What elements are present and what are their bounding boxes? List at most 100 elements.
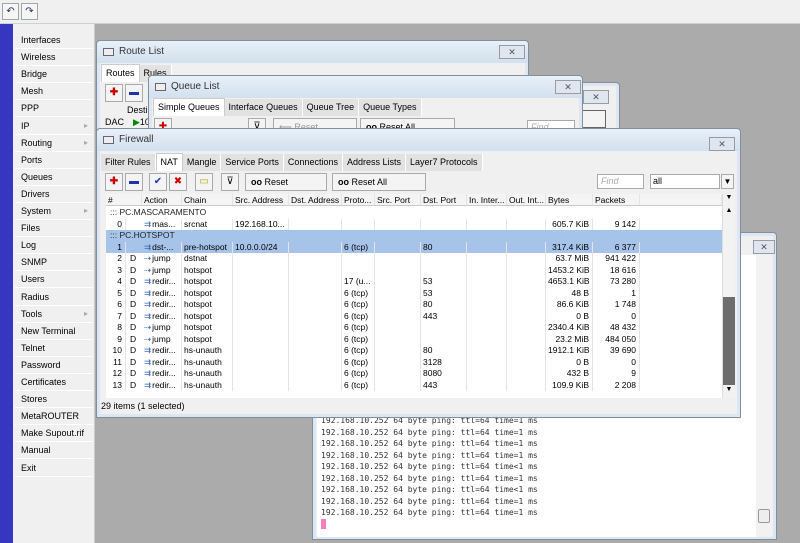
sidebar-item[interactable]: Files [15,220,93,238]
tab-simple-queues[interactable]: Simple Queues [153,98,225,116]
cell-empty [289,299,342,311]
close-icon[interactable]: ✕ [499,45,525,59]
comment-icon[interactable]: ▭ [195,173,213,191]
scroll-up-icon[interactable]: ▲ [723,207,735,217]
redo-button[interactable]: ↷ [21,3,38,20]
cell-dport: 3128 [421,356,467,368]
terminal-scrollbar[interactable] [756,255,772,537]
sidebar-item[interactable]: Routing ▸ [15,135,93,152]
sidebar-item[interactable]: Log [15,237,93,255]
table-row[interactable]: 0 ⇉mas... srcnat 192.168.10... 605.7 KiB 9 14… [106,218,722,230]
column-header[interactable]: Proto... [342,194,375,205]
sidebar-item[interactable]: SNMP [15,254,93,272]
tab-address-lists[interactable]: Address Lists [342,154,406,171]
filter-select[interactable]: all [650,174,720,189]
table-row[interactable]: 11 D ⇉redir... hs-unauth 6 (tcp) 3128 0 B0 [106,356,722,368]
sidebar-item[interactable]: Ports [15,152,93,169]
tab-routes[interactable]: Routes [101,64,140,82]
remove-icon[interactable]: ▬ [125,173,143,191]
table-scrollbar[interactable]: ▼ ▲ ▼ [722,194,735,398]
table-row[interactable]: 12 D ⇉redir... hs-unauth 6 (tcp) 8080 432 B9 [106,368,722,380]
comment-row[interactable]: ::: PC.HOTSPOT [106,230,722,242]
sidebar-item[interactable]: Drivers [15,186,93,203]
scroll-down-icon[interactable]: ▼ [723,386,735,396]
cell-packets: 18 616 [593,264,640,276]
table-row[interactable]: 9 D ⇢jump hotspot 6 (tcp) 23.2 MiB 484 050 [106,333,722,345]
table-row[interactable]: 4 D ⇉redir... hotspot 17 (u... 53 4653.1 KiB 73… [106,276,722,288]
scroll-thumb[interactable] [758,509,770,523]
cell-bytes: 1453.2 KiB [546,264,593,276]
table-row[interactable]: 10 D ⇉redir... hs-unauth 6 (tcp) 80 1912.1 KiB… [106,345,722,357]
table-row[interactable]: 13 D ⇉redir... hs-unauth 6 (tcp) 443 109.9 KiB… [106,379,722,391]
close-icon[interactable]: ✕ [753,240,775,254]
sidebar-item[interactable]: Bridge [15,66,93,84]
sidebar-item[interactable]: IP ▸ [15,118,93,135]
sidebar-item[interactable]: MetaROUTER [15,408,93,426]
sidebar-item[interactable]: Manual [15,442,93,460]
undo-button[interactable]: ↶ [2,3,19,20]
tab-queue-types[interactable]: Queue Types [359,99,422,116]
tab-filter-rules[interactable]: Filter Rules [101,154,156,171]
table-row[interactable]: 8 D ⇢jump hotspot 6 (tcp) 2340.4 KiB 48 432 [106,322,722,334]
sidebar-item[interactable]: Interfaces [15,32,93,49]
sidebar-item[interactable]: Certificates [15,374,93,391]
close-icon[interactable]: ✕ [709,137,735,151]
column-header[interactable]: # [106,194,142,205]
tab-nat[interactable]: NAT [155,153,183,171]
find-input[interactable]: Find [597,174,644,189]
sidebar-item[interactable]: Users [15,271,93,289]
tab-interface-queues[interactable]: Interface Queues [224,99,303,116]
column-header[interactable]: In. Inter... [467,194,507,205]
dropdown-icon[interactable]: ▼ [721,174,734,189]
remove-icon[interactable]: ▬ [125,84,143,102]
column-header[interactable]: Dst. Port [421,194,467,205]
tab-queue-tree[interactable]: Queue Tree [302,99,360,116]
tab-service-ports[interactable]: Service Ports [221,154,284,171]
tab-layer7-protocols[interactable]: Layer7 Protocols [406,154,483,171]
cell-empty [375,276,421,288]
table-row[interactable]: 6 D ⇉redir... hotspot 6 (tcp) 80 86.6 KiB 1 748 [106,299,722,311]
add-icon[interactable]: ✚ [105,84,123,102]
sidebar-item[interactable]: Make Supout.rif [15,425,93,443]
add-icon[interactable]: ✚ [105,173,123,191]
column-header[interactable]: Src. Address [233,194,289,205]
scroll-thumb[interactable] [723,297,735,385]
close-icon[interactable]: ✕ [555,80,581,94]
disable-icon[interactable]: ✖ [169,173,187,191]
close-icon[interactable]: ✕ [583,90,609,104]
table-row[interactable]: 1 ⇉dst-... pre-hotspot 10.0.0.0/24 6 (tcp) 80… [106,241,722,253]
table-row[interactable]: 7 D ⇉redir... hotspot 6 (tcp) 443 0 B0 [106,310,722,322]
column-header[interactable]: Packets [593,194,640,205]
column-header[interactable]: Src. Port [375,194,421,205]
table-row[interactable]: 5 D ⇉redir... hotspot 6 (tcp) 53 48 B1 [106,287,722,299]
column-header[interactable]: Out. Int... [507,194,546,205]
sidebar-item[interactable]: Password [15,357,93,374]
sidebar-item[interactable]: PPP [15,100,93,118]
sidebar-item[interactable]: Exit [15,460,93,477]
tab-connections[interactable]: Connections [283,154,343,171]
reset-counters-button[interactable]: oo Reset Counters [245,173,327,203]
sidebar-item[interactable]: Mesh [15,83,93,101]
column-menu-icon[interactable]: ▼ [723,194,735,206]
sidebar-item[interactable]: Radius [15,289,93,306]
table-row[interactable]: 3 D ⇢jump hotspot 1453.2 KiB 18 616 [106,264,722,276]
filter-icon[interactable]: ⊽ [221,173,239,191]
comment-row[interactable]: ::: PC.MASCARAMENTO [106,207,722,219]
enable-icon[interactable]: ✔ [149,173,167,191]
column-header[interactable]: Bytes [546,194,593,205]
sidebar-item[interactable]: New Terminal [15,323,93,340]
column-header[interactable]: Chain [182,194,233,205]
tab-mangle[interactable]: Mangle [182,154,222,171]
sidebar-item[interactable]: Telnet [15,340,93,357]
sidebar-item[interactable]: Stores [15,391,93,409]
cell-bytes: 0 B [546,356,593,368]
table-row[interactable]: 2 D ⇢jump dstnat 63.7 MiB 941 422 [106,253,722,265]
column-header[interactable] [640,194,722,205]
reset-all-counters-button[interactable]: oo Reset All Counters [332,173,426,203]
sidebar-item[interactable]: Wireless [15,49,93,67]
column-header[interactable]: Action [142,194,182,205]
sidebar-item[interactable]: Queues [15,169,93,186]
sidebar-item[interactable]: System ▸ [15,203,93,220]
sidebar-item[interactable]: Tools ▸ [15,306,93,323]
column-header[interactable]: Dst. Address [289,194,342,205]
